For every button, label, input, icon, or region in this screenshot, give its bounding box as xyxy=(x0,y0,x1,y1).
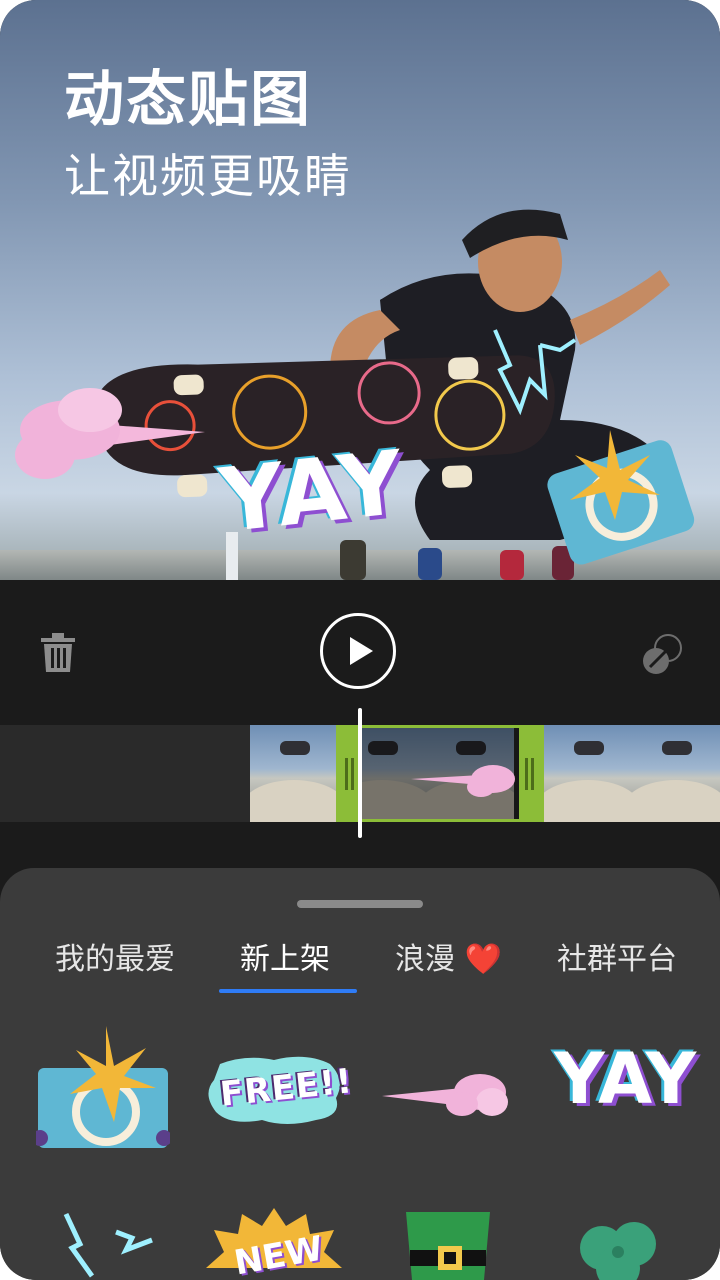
free-sticker[interactable]: FREE!! xyxy=(206,1054,355,1126)
sunburst-card-sticker[interactable] xyxy=(32,1026,172,1150)
sticker-category-tabs: 我的最爱 新上架 浪漫 ❤️ 社群平台 xyxy=(0,938,720,988)
timeline-frame xyxy=(544,725,632,822)
video-preview[interactable]: YAY 动态贴图 让视频更吸睛 xyxy=(0,0,720,580)
tab-new-arrivals[interactable]: 新上架 xyxy=(240,938,330,982)
sticker-clip-selection[interactable] xyxy=(336,725,544,822)
yay-overlay-text: YAY xyxy=(215,430,410,553)
trim-handle-right[interactable] xyxy=(519,728,541,819)
tab-romance[interactable]: 浪漫 ❤️ xyxy=(395,938,502,982)
green-hat-sticker[interactable] xyxy=(400,1212,496,1280)
timeline-frame xyxy=(250,725,338,822)
playhead[interactable] xyxy=(358,708,362,838)
yay-overlay-sticker[interactable]: YAY xyxy=(215,431,409,553)
expand-icon[interactable] xyxy=(640,633,684,675)
lightning-sticker[interactable] xyxy=(56,1210,166,1280)
sticker-sheet: 我的最爱 新上架 浪漫 ❤️ 社群平台 FREE!! YAY NEW xyxy=(0,868,720,1280)
sheet-grabber[interactable] xyxy=(297,900,423,908)
trash-icon[interactable] xyxy=(40,632,76,674)
pink-cloud-trail-sticker[interactable] xyxy=(382,1062,512,1126)
hero-subtitle: 让视频更吸睛 xyxy=(64,149,352,203)
app-screen: YAY 动态贴图 让视频更吸睛 我的最爱 新上架 浪漫 ❤️ 社群平台 FREE… xyxy=(0,0,720,1280)
play-button[interactable] xyxy=(320,613,396,689)
yay-sticker[interactable]: YAY xyxy=(554,1034,697,1134)
hero-title: 动态贴图 xyxy=(64,65,312,135)
active-tab-indicator xyxy=(219,989,357,993)
yay-sticker-text: YAY xyxy=(554,1038,697,1120)
tab-favorites[interactable]: 我的最爱 xyxy=(55,938,175,982)
shamrock-sticker[interactable] xyxy=(572,1218,668,1280)
play-icon xyxy=(350,637,373,665)
timeline-frame xyxy=(632,725,720,822)
tab-social[interactable]: 社群平台 xyxy=(557,938,677,982)
new-sticker[interactable]: NEW xyxy=(206,1208,342,1280)
clip-sticker-preview xyxy=(411,765,515,797)
